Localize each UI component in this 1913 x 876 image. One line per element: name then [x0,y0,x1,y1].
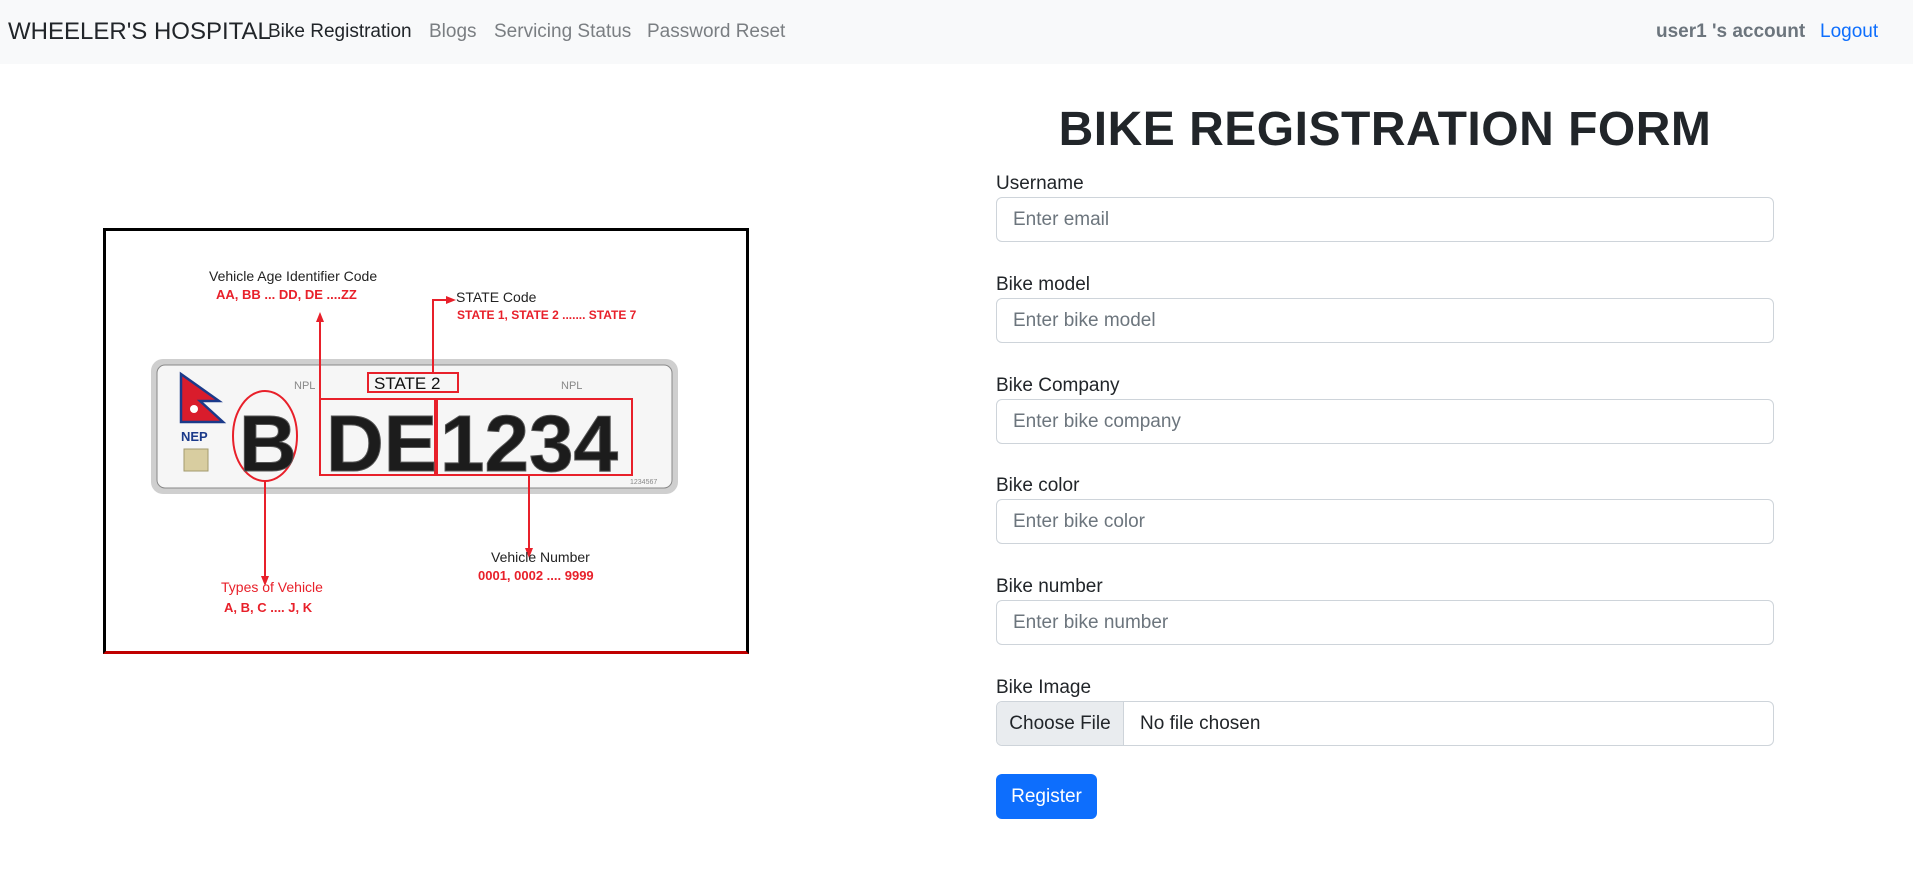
plate-serial: 1234567 [630,479,657,486]
vehicle-number-title: Vehicle Number [491,549,590,565]
vehicle-types-values: A, B, C .... J, K [224,600,313,615]
plate-country-label: NEP [181,429,208,444]
hologram-icon [183,448,209,472]
state-code-values: STATE 1, STATE 2 ....... STATE 7 [457,308,637,322]
age-code-values: AA, BB ... DD, DE ....ZZ [216,287,357,302]
plate-age-letters: DE [326,399,437,488]
bike-image-file-input[interactable]: Choose File No file chosen [996,701,1774,746]
file-status-text: No file chosen [1140,713,1261,734]
plate-type-letter: B [239,399,297,488]
bike-color-label: Bike color [996,475,1080,496]
nav-bike-registration[interactable]: Bike Registration [268,21,412,43]
bike-model-label: Bike model [996,274,1090,295]
register-button[interactable]: Register [996,774,1097,819]
vehicle-number-values: 0001, 0002 .... 9999 [478,568,594,583]
bike-number-input[interactable] [996,600,1774,645]
nav-blogs[interactable]: Blogs [429,21,477,43]
number-plate-illustration: Vehicle Age Identifier Code AA, BB ... D… [103,228,749,654]
nav-password-reset[interactable]: Password Reset [647,21,785,43]
bike-model-input[interactable] [996,298,1774,343]
plate-number-digits: 1234 [440,399,618,488]
username-input[interactable] [996,197,1774,242]
form-title: BIKE REGISTRATION FORM [1058,103,1712,156]
username-label: Username [996,173,1084,194]
age-code-title: Vehicle Age Identifier Code [209,268,377,284]
bike-color-input[interactable] [996,499,1774,544]
top-navbar: WHEELER'S HOSPITAL Bike Registration Blo… [0,0,1913,64]
bike-company-input[interactable] [996,399,1774,444]
vehicle-types-title: Types of Vehicle [221,579,323,595]
brand-logo[interactable]: WHEELER'S HOSPITAL [8,18,271,46]
plate-state-text: STATE 2 [374,374,440,393]
account-label: user1 's account [1656,21,1806,42]
state-code-title: STATE Code [456,289,537,305]
choose-file-button[interactable]: Choose File [997,702,1124,745]
npl-mark-left: NPL [294,380,315,392]
bike-image-label: Bike Image [996,677,1092,698]
npl-mark-right: NPL [561,380,582,392]
bike-number-label: Bike number [996,576,1103,597]
bike-company-label: Bike Company [996,375,1120,396]
number-plate-diagram: Vehicle Age Identifier Code AA, BB ... D… [151,268,678,615]
flag-sun-icon [190,405,198,413]
nav-servicing-status[interactable]: Servicing Status [494,21,631,43]
logout-link[interactable]: Logout [1820,21,1878,43]
